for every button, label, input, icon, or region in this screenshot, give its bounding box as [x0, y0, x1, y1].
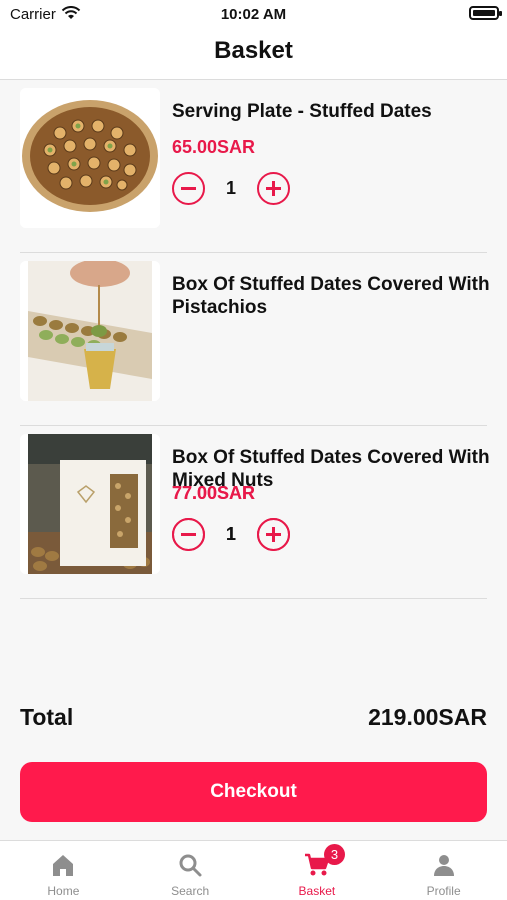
cart-item: Serving Plate - Stuffed Dates 65.00SAR 1	[20, 80, 487, 253]
tab-label: Basket	[298, 884, 336, 898]
page-title: Basket	[214, 37, 293, 64]
quantity-value: 1	[225, 178, 236, 198]
status-time: 10:02 AM	[220, 6, 287, 23]
increase-quantity-button[interactable]	[257, 172, 290, 205]
total-value: 219.00SAR	[368, 704, 487, 730]
tab-profile[interactable]: Profile	[380, 841, 507, 900]
decrease-quantity-button[interactable]	[172, 172, 205, 205]
cart-item: Box Of Stuffed Dates Covered With Pistac…	[20, 253, 490, 551]
navigation-bar: Basket	[0, 28, 507, 80]
home-icon	[53, 855, 74, 876]
tab-label: Home	[47, 884, 80, 898]
search-icon	[179, 854, 202, 877]
decrease-quantity-button[interactable]	[172, 518, 205, 551]
product-name[interactable]: Serving Plate - Stuffed Dates	[172, 100, 490, 123]
total-row: Total 219.00SAR	[20, 704, 487, 731]
product-image[interactable]	[20, 434, 160, 574]
profile-icon	[433, 855, 454, 876]
status-bar: Carrier 10:02 AM	[0, 0, 507, 28]
product-image[interactable]	[20, 88, 160, 228]
checkout-button[interactable]: Checkout	[20, 762, 487, 822]
cart-item: Box Of Stuffed Dates Covered With Mixed …	[20, 426, 490, 599]
cart-list: Serving Plate - Stuffed Dates 65.00SAR 1	[0, 80, 507, 599]
tab-home[interactable]: Home	[0, 841, 127, 900]
tab-search[interactable]: Search	[127, 841, 254, 900]
product-price: 77.00SAR	[172, 483, 256, 503]
product-name[interactable]: Box Of Stuffed Dates Covered With Pistac…	[172, 273, 490, 319]
quantity-stepper: 1	[172, 172, 290, 205]
increase-quantity-button[interactable]	[257, 518, 290, 551]
total-label: Total	[20, 704, 74, 730]
product-image[interactable]	[20, 261, 160, 401]
quantity-stepper: 1	[172, 518, 290, 551]
tab-label: Search	[171, 884, 210, 898]
tab-label: Profile	[426, 884, 461, 898]
battery-icon	[469, 6, 502, 20]
quantity-value: 1	[225, 524, 236, 544]
cart-count-badge: 3	[324, 844, 345, 865]
product-price: 65.00SAR	[172, 137, 256, 157]
tab-bar: Home Search Basket Profile	[0, 840, 507, 900]
tab-basket[interactable]: Basket	[254, 841, 381, 900]
